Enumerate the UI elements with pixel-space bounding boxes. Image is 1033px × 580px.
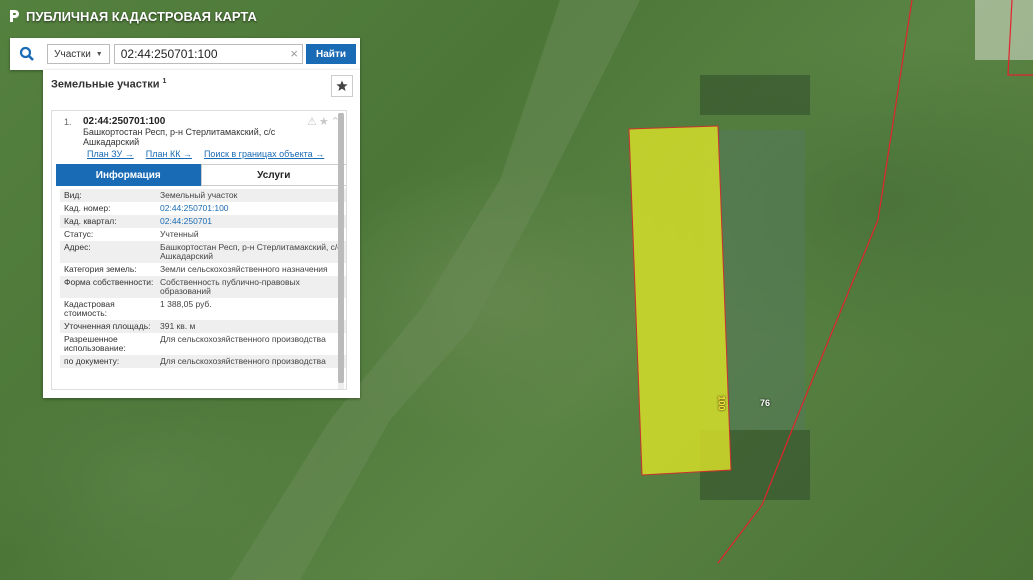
- cadastral-number[interactable]: 02:44:250701:100: [83, 116, 165, 127]
- results-panel: Земельные участки 1 1. 02:44:250701:100 …: [43, 70, 360, 398]
- star-icon[interactable]: ★: [319, 115, 329, 128]
- attribute-value: Башкортостан Респ, р-н Стерлитамакский, …: [160, 242, 342, 261]
- item-address: Башкортостан Респ, р-н Стерлитамакский, …: [83, 127, 276, 147]
- search-within-link[interactable]: Поиск в границах объекта →: [204, 149, 324, 159]
- attribute-row: Разрешенное использование: Для сельскохоз…: [60, 333, 346, 355]
- attribute-key: Кад. номер:: [64, 203, 111, 213]
- attribute-row: Кад. квартал: 02:44:250701: [60, 215, 346, 228]
- attribute-value: 1 388,05 руб.: [160, 299, 212, 309]
- app-header: ПУБЛИЧНАЯ КАДАСТРОВАЯ КАРТА: [8, 8, 257, 24]
- chevron-down-icon: ▼: [95, 50, 103, 58]
- attribute-key: Уточненная площадь:: [64, 321, 151, 331]
- tab-services[interactable]: Услуги: [200, 164, 346, 186]
- search-bar: Участки ▼ 02:44:250701:100 × Найти: [10, 38, 360, 70]
- attribute-key: Категория земель:: [64, 264, 137, 274]
- favorite-button[interactable]: [331, 75, 353, 97]
- logo-icon: [10, 10, 19, 22]
- card-tabs: Информация Услуги: [56, 164, 346, 186]
- plan-zu-link[interactable]: План ЗУ →: [87, 149, 134, 159]
- scrollbar[interactable]: [338, 113, 344, 389]
- attribute-row: Кад. номер: 02:44:250701:100: [60, 202, 346, 215]
- attribute-row: Адрес: Башкортостан Респ, р-н Стерлитамак…: [60, 241, 346, 263]
- result-card: 1. 02:44:250701:100 Башкортостан Респ, р…: [51, 110, 347, 390]
- attribute-key: Статус:: [64, 229, 94, 239]
- card-links: План ЗУ → План КК → Поиск в границах объ…: [87, 149, 324, 159]
- star-icon: [336, 80, 348, 91]
- attribute-value: Для сельскохозяйственного производства: [160, 356, 326, 366]
- search-type-select[interactable]: Участки ▼: [47, 44, 110, 64]
- attribute-row: Статус: Учтенный: [60, 228, 346, 241]
- attribute-key: Адрес:: [64, 242, 91, 252]
- tab-information[interactable]: Информация: [56, 164, 201, 186]
- app-title: ПУБЛИЧНАЯ КАДАСТРОВАЯ КАРТА: [26, 8, 257, 24]
- parcel-label: 100: [716, 395, 727, 411]
- result-count: 1: [162, 78, 167, 85]
- attribute-row: Кадастровая стоимость: 1 388,05 руб.: [60, 298, 346, 320]
- search-query: 02:44:250701:100: [120, 47, 218, 61]
- attribute-value: Для сельскохозяйственного производства: [160, 334, 326, 344]
- attribute-key: Кад. квартал:: [64, 216, 117, 226]
- field-patch: [975, 0, 1033, 60]
- item-index: 1.: [64, 117, 72, 127]
- attribute-row: по документу: Для сельскохозяйственного п…: [60, 355, 346, 368]
- attribute-row: Уточненная площадь: 391 кв. м: [60, 320, 346, 333]
- attribute-key: по документу:: [64, 356, 120, 366]
- panel-title: Земельные участки 1: [51, 78, 166, 91]
- attribute-row: Категория земель: Земли сельскохозяйствен…: [60, 263, 346, 276]
- scrollbar-thumb[interactable]: [338, 113, 344, 383]
- close-icon[interactable]: ×: [290, 47, 298, 61]
- attribute-value: 391 кв. м: [160, 321, 196, 331]
- selected-parcel[interactable]: [628, 125, 732, 476]
- attribute-key: Вид:: [64, 190, 82, 200]
- attribute-value-link[interactable]: 02:44:250701: [160, 217, 342, 226]
- search-icon[interactable]: [16, 43, 37, 65]
- search-type-label: Участки: [54, 48, 91, 60]
- panel-title-text: Земельные участки: [51, 78, 160, 91]
- attribute-value-link[interactable]: 02:44:250701:100: [160, 204, 342, 213]
- attribute-row: Вид: Земельный участок: [60, 189, 346, 202]
- panel-header: Земельные участки 1: [43, 70, 360, 104]
- attribute-value: Собственность публично-правовых образова…: [160, 277, 300, 296]
- attribute-row: Форма собственности: Собственность публич…: [60, 276, 346, 298]
- search-input[interactable]: 02:44:250701:100 ×: [113, 44, 304, 64]
- attribute-value: Учтенный: [160, 229, 199, 239]
- attribute-value: Земельный участок: [160, 190, 238, 200]
- warning-icon[interactable]: ⚠: [307, 115, 317, 128]
- attribute-value: Земли сельскохозяйственного назначения: [160, 264, 328, 274]
- attribute-key: Форма собственности:: [64, 277, 154, 287]
- find-button[interactable]: Найти: [306, 44, 356, 64]
- building-roof: [700, 75, 810, 115]
- plan-kk-link[interactable]: План КК →: [146, 149, 192, 159]
- attribute-key: Кадастровая стоимость:: [64, 299, 115, 318]
- card-actions: ⚠ ★ ⌃: [307, 115, 340, 128]
- attribute-table: Вид: Земельный участок Кад. номер: 02:44:2…: [60, 189, 346, 368]
- attribute-key: Разрешенное использование:: [64, 334, 126, 353]
- neighbor-parcel-label: 76: [760, 398, 771, 408]
